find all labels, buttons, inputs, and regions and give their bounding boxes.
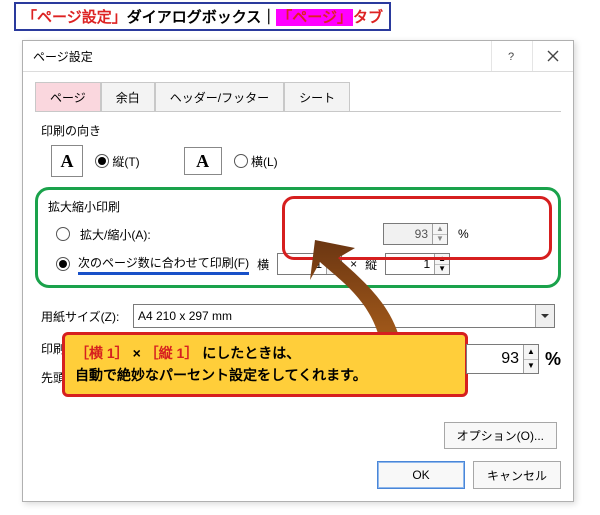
scaling-group-highlight: 拡大縮小印刷 拡大/縮小(A): ▲▼ % 次のページ数に合わせて印刷(F) 横… [35,187,561,288]
spinner-arrows[interactable]: ▲▼ [326,254,341,274]
paper-size-label: 用紙サイズ(Z): [41,308,125,325]
help-button[interactable]: ? [491,41,532,71]
caption-part-3: タブ [353,9,383,26]
portrait-icon: A [51,145,83,177]
tab-margins[interactable]: 余白 [101,82,155,111]
fit-tall-input[interactable] [386,254,434,274]
callout-line2: 自動で絶妙なパーセント設定をしてくれます。 [75,367,367,383]
callout-x: × [133,345,141,361]
close-icon [547,50,559,62]
page-setup-dialog: ページ設定 ? ページ 余白 ヘッダー/フッター シート 印刷の向き A 縦(T… [22,40,574,502]
svg-text:?: ? [508,51,514,62]
chevron-down-icon[interactable] [535,305,554,327]
tab-sheet-label: シート [299,91,335,105]
dialog-title: ページ設定 [33,48,93,65]
portrait-radio-label: 縦(T) [112,155,139,169]
callout-yoko: ［横 1］ [75,345,129,361]
fit-to-label: 次のページ数に合わせて印刷(F) [78,254,249,275]
scaling-group-label: 拡大縮小印刷 [48,198,548,215]
adjust-to-radio[interactable] [56,227,70,241]
adjust-to-label: 拡大/縮小(A): [80,226,151,243]
caption-part-2: ダイアログボックス｜ [127,9,277,26]
spinner-arrows[interactable]: ▲▼ [523,345,538,373]
ok-label: OK [412,468,429,482]
paper-size-combo[interactable]: A4 210 x 297 mm [133,304,555,328]
callout-tate: ［縦 1］ [145,345,199,361]
cancel-label: キャンセル [487,467,547,484]
spinner-arrows[interactable]: ▲▼ [434,254,449,274]
paper-size-row: 用紙サイズ(Z): A4 210 x 297 mm [23,298,573,334]
help-icon: ? [506,50,518,62]
tab-header-footer[interactable]: ヘッダー/フッター [155,82,284,111]
adjust-to-input[interactable] [384,224,432,244]
portrait-radio[interactable] [95,154,109,168]
caption-part-1: 「ページ設定」 [22,9,127,26]
tab-headerfooter-label: ヘッダー/フッター [170,91,269,105]
spinner-arrows[interactable]: ▲▼ [432,224,447,244]
fit-wide-input[interactable] [278,254,326,274]
result-percent-box: ▲▼ % [466,344,561,374]
ok-button[interactable]: OK [377,461,465,489]
explainer-callout: ［横 1］ × ［縦 1］ にしたときは、 自動で絶妙なパーセント設定をしてくれ… [62,332,468,397]
fit-tall-spinner[interactable]: ▲▼ [385,253,450,275]
tab-page[interactable]: ページ [35,82,101,111]
fit-wide-label: 横 [257,256,269,273]
tab-sheet[interactable]: シート [284,82,350,111]
explainer-caption: 「ページ設定」ダイアログボックス｜「ページ」タブ [14,2,391,31]
adjust-to-pct: % [458,227,548,241]
tab-margins-label: 余白 [116,91,140,105]
titlebar: ページ設定 ? [23,41,573,72]
callout-line1-tail: にしたときは、 [202,345,300,361]
tab-page-label: ページ [50,91,86,105]
adjust-to-spinner[interactable]: ▲▼ [383,223,448,245]
orientation-group: 印刷の向き A 縦(T) A 横(L) [23,112,573,183]
result-input[interactable] [467,345,523,373]
result-pct: % [545,349,561,370]
options-button[interactable]: オプション(O)... [444,422,557,449]
close-button[interactable] [532,41,573,71]
landscape-radio-label: 横(L) [251,155,278,169]
tab-strip: ページ 余白 ヘッダー/フッター シート [23,72,573,111]
fit-tall-label: 縦 [365,256,377,273]
caption-highlight: 「ページ」 [276,9,353,26]
orientation-label: 印刷の向き [41,122,555,139]
cancel-button[interactable]: キャンセル [473,461,561,489]
fit-wide-spinner[interactable]: ▲▼ [277,253,342,275]
fit-to-radio[interactable] [56,257,70,271]
paper-size-value: A4 210 x 297 mm [138,309,232,323]
fit-sep: × [350,257,357,271]
landscape-radio[interactable] [234,154,248,168]
result-spinner[interactable]: ▲▼ [466,344,539,374]
landscape-icon: A [184,147,222,175]
